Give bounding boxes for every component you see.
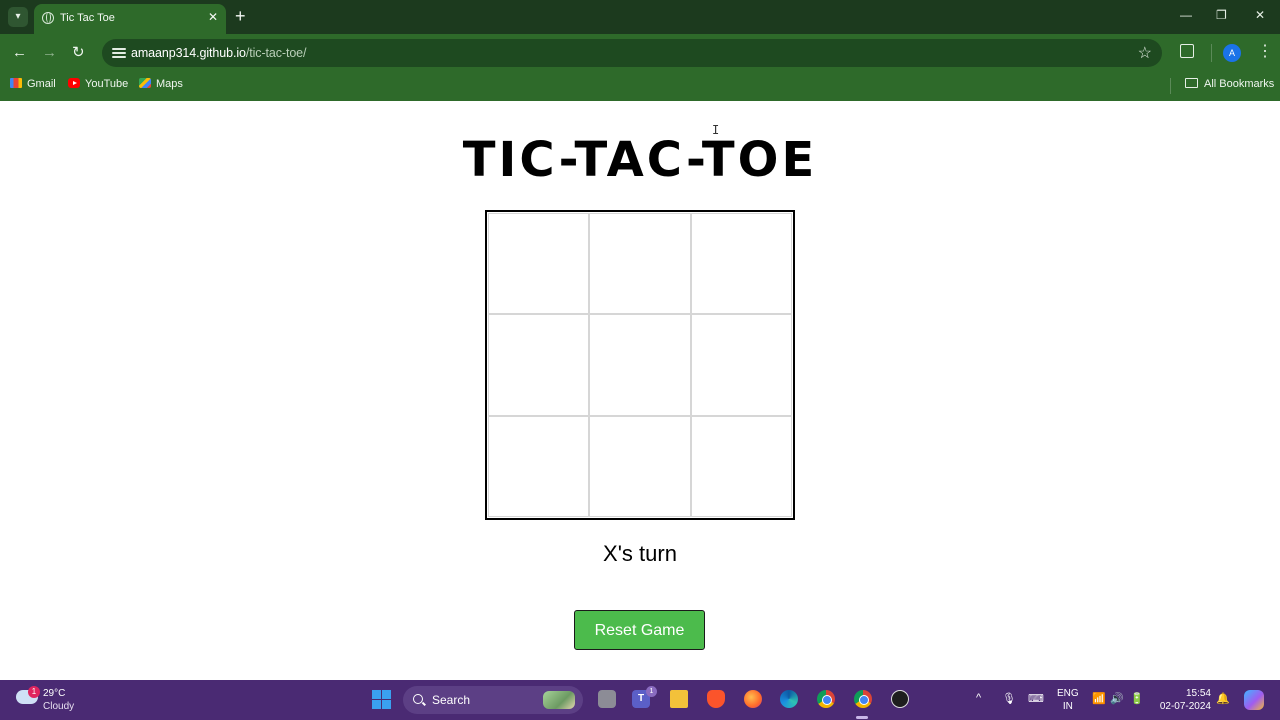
text-cursor-icon: I [712, 123, 720, 137]
profile-avatar[interactable]: A [1223, 44, 1241, 62]
page-content: TIC-TAC-TOE I X's turn Reset Game [0, 101, 1280, 680]
bookmark-star-icon[interactable]: ☆ [1138, 43, 1152, 63]
new-tab-button[interactable]: + [235, 6, 246, 26]
site-info-icon[interactable] [112, 46, 126, 60]
obs-icon[interactable] [891, 690, 909, 708]
clock-time: 15:54 [1185, 688, 1211, 699]
folder-icon [1185, 78, 1198, 88]
battery-icon[interactable]: 🔋 [1130, 692, 1144, 705]
board-cell[interactable] [690, 213, 792, 315]
toolbar-divider [1211, 44, 1212, 62]
region-code: IN [1062, 701, 1073, 712]
clock-date: 02-07-2024 [1159, 701, 1211, 712]
browser-menu-icon[interactable]: ⋮ [1257, 42, 1273, 62]
weather-description[interactable]: Cloudy [43, 701, 74, 712]
bookmark-label: YouTube [85, 78, 129, 90]
gmail-icon [10, 78, 22, 88]
bookmark-label: Gmail [27, 78, 56, 90]
board-cell[interactable] [589, 314, 691, 416]
teams-badge: 1 [646, 686, 657, 697]
browser-toolbar: ← → ↻ amaanp314.github.io/tic-tac-toe/ ☆ [0, 34, 1280, 72]
taskbar: 1 29°C Cloudy Search T ^ 🎙 ⌨ ENG IN 📶 🔊 🔋… [0, 680, 1280, 720]
volume-icon[interactable]: 🔊 [1110, 692, 1124, 705]
tray-chevron-icon[interactable]: ^ [976, 692, 981, 704]
board-cell[interactable] [690, 314, 792, 416]
extensions-icon[interactable] [1180, 44, 1194, 58]
tab-close-icon[interactable]: ✕ [208, 10, 218, 24]
clock[interactable]: 15:54 02-07-2024 [1158, 687, 1211, 713]
bookmark-label: Maps [156, 78, 183, 90]
reload-button[interactable]: ↻ [72, 44, 85, 62]
language-indicator[interactable]: ENG IN [1057, 687, 1079, 713]
game-board [485, 210, 795, 520]
close-window-button[interactable]: ✕ [1255, 8, 1265, 22]
chrome-icon[interactable] [817, 690, 835, 708]
edge-icon[interactable] [780, 690, 798, 708]
board-cell[interactable] [690, 415, 792, 517]
board-cell[interactable] [488, 213, 590, 315]
tab-title: Tic Tac Toe [60, 12, 115, 24]
browser-titlebar: ▾ Tic Tac Toe ✕ + — ❐ ✕ [0, 0, 1280, 34]
keyboard-icon[interactable]: ⌨ [1028, 692, 1044, 705]
all-bookmarks-button[interactable]: All Bookmarks [1185, 78, 1274, 90]
task-view-icon[interactable] [598, 690, 616, 708]
bookmark-gmail[interactable]: Gmail [10, 78, 56, 90]
url-host: amaanp314.github.io [131, 46, 246, 60]
weather-temperature[interactable]: 29°C [43, 688, 65, 699]
url-path: /tic-tac-toe/ [245, 46, 307, 60]
firefox-icon[interactable] [744, 690, 762, 708]
globe-icon [42, 12, 54, 24]
back-button[interactable]: ← [12, 44, 27, 62]
windows-start-icon[interactable] [372, 690, 391, 709]
reset-game-button[interactable]: Reset Game [574, 610, 705, 650]
url-text[interactable]: amaanp314.github.io/tic-tac-toe/ [131, 46, 307, 60]
tab-search-button[interactable]: ▾ [8, 7, 28, 27]
language-code: ENG [1057, 688, 1079, 699]
brave-icon[interactable] [707, 690, 725, 708]
notification-bell-icon[interactable]: 🔔 [1216, 692, 1230, 705]
minimize-button[interactable]: — [1180, 8, 1192, 22]
page-title: TIC-TAC-TOE [462, 132, 818, 188]
wifi-icon[interactable]: 📶 [1092, 692, 1106, 705]
forward-button[interactable]: → [42, 44, 57, 62]
active-app-indicator [856, 716, 868, 719]
address-bar[interactable]: amaanp314.github.io/tic-tac-toe/ ☆ [102, 39, 1162, 67]
board-cell[interactable] [488, 314, 590, 416]
bookmark-maps[interactable]: Maps [139, 78, 183, 90]
bookmarks-divider [1170, 78, 1171, 94]
board-cell[interactable] [488, 415, 590, 517]
bookmarks-bar: Gmail YouTube Maps All Bookmarks [0, 72, 1280, 101]
search-icon [413, 694, 423, 704]
file-explorer-icon[interactable] [670, 690, 688, 708]
search-highlight-image [543, 691, 575, 709]
all-bookmarks-label: All Bookmarks [1204, 78, 1275, 90]
weather-badge: 1 [28, 686, 40, 698]
microphone-icon[interactable]: 🎙 [1002, 692, 1016, 705]
chrome-profile-icon[interactable] [854, 690, 872, 708]
copilot-icon[interactable] [1244, 690, 1264, 710]
restore-button[interactable]: ❐ [1216, 8, 1227, 22]
board-cell[interactable] [589, 213, 691, 315]
turn-status: X's turn [603, 541, 677, 566]
tab-tic-tac-toe[interactable]: Tic Tac Toe ✕ [34, 4, 226, 34]
board-cell[interactable] [589, 415, 691, 517]
youtube-icon [68, 78, 80, 88]
maps-icon [139, 78, 151, 88]
search-label: Search [432, 693, 471, 707]
bookmark-youtube[interactable]: YouTube [68, 78, 128, 90]
taskbar-search[interactable]: Search [403, 686, 583, 714]
